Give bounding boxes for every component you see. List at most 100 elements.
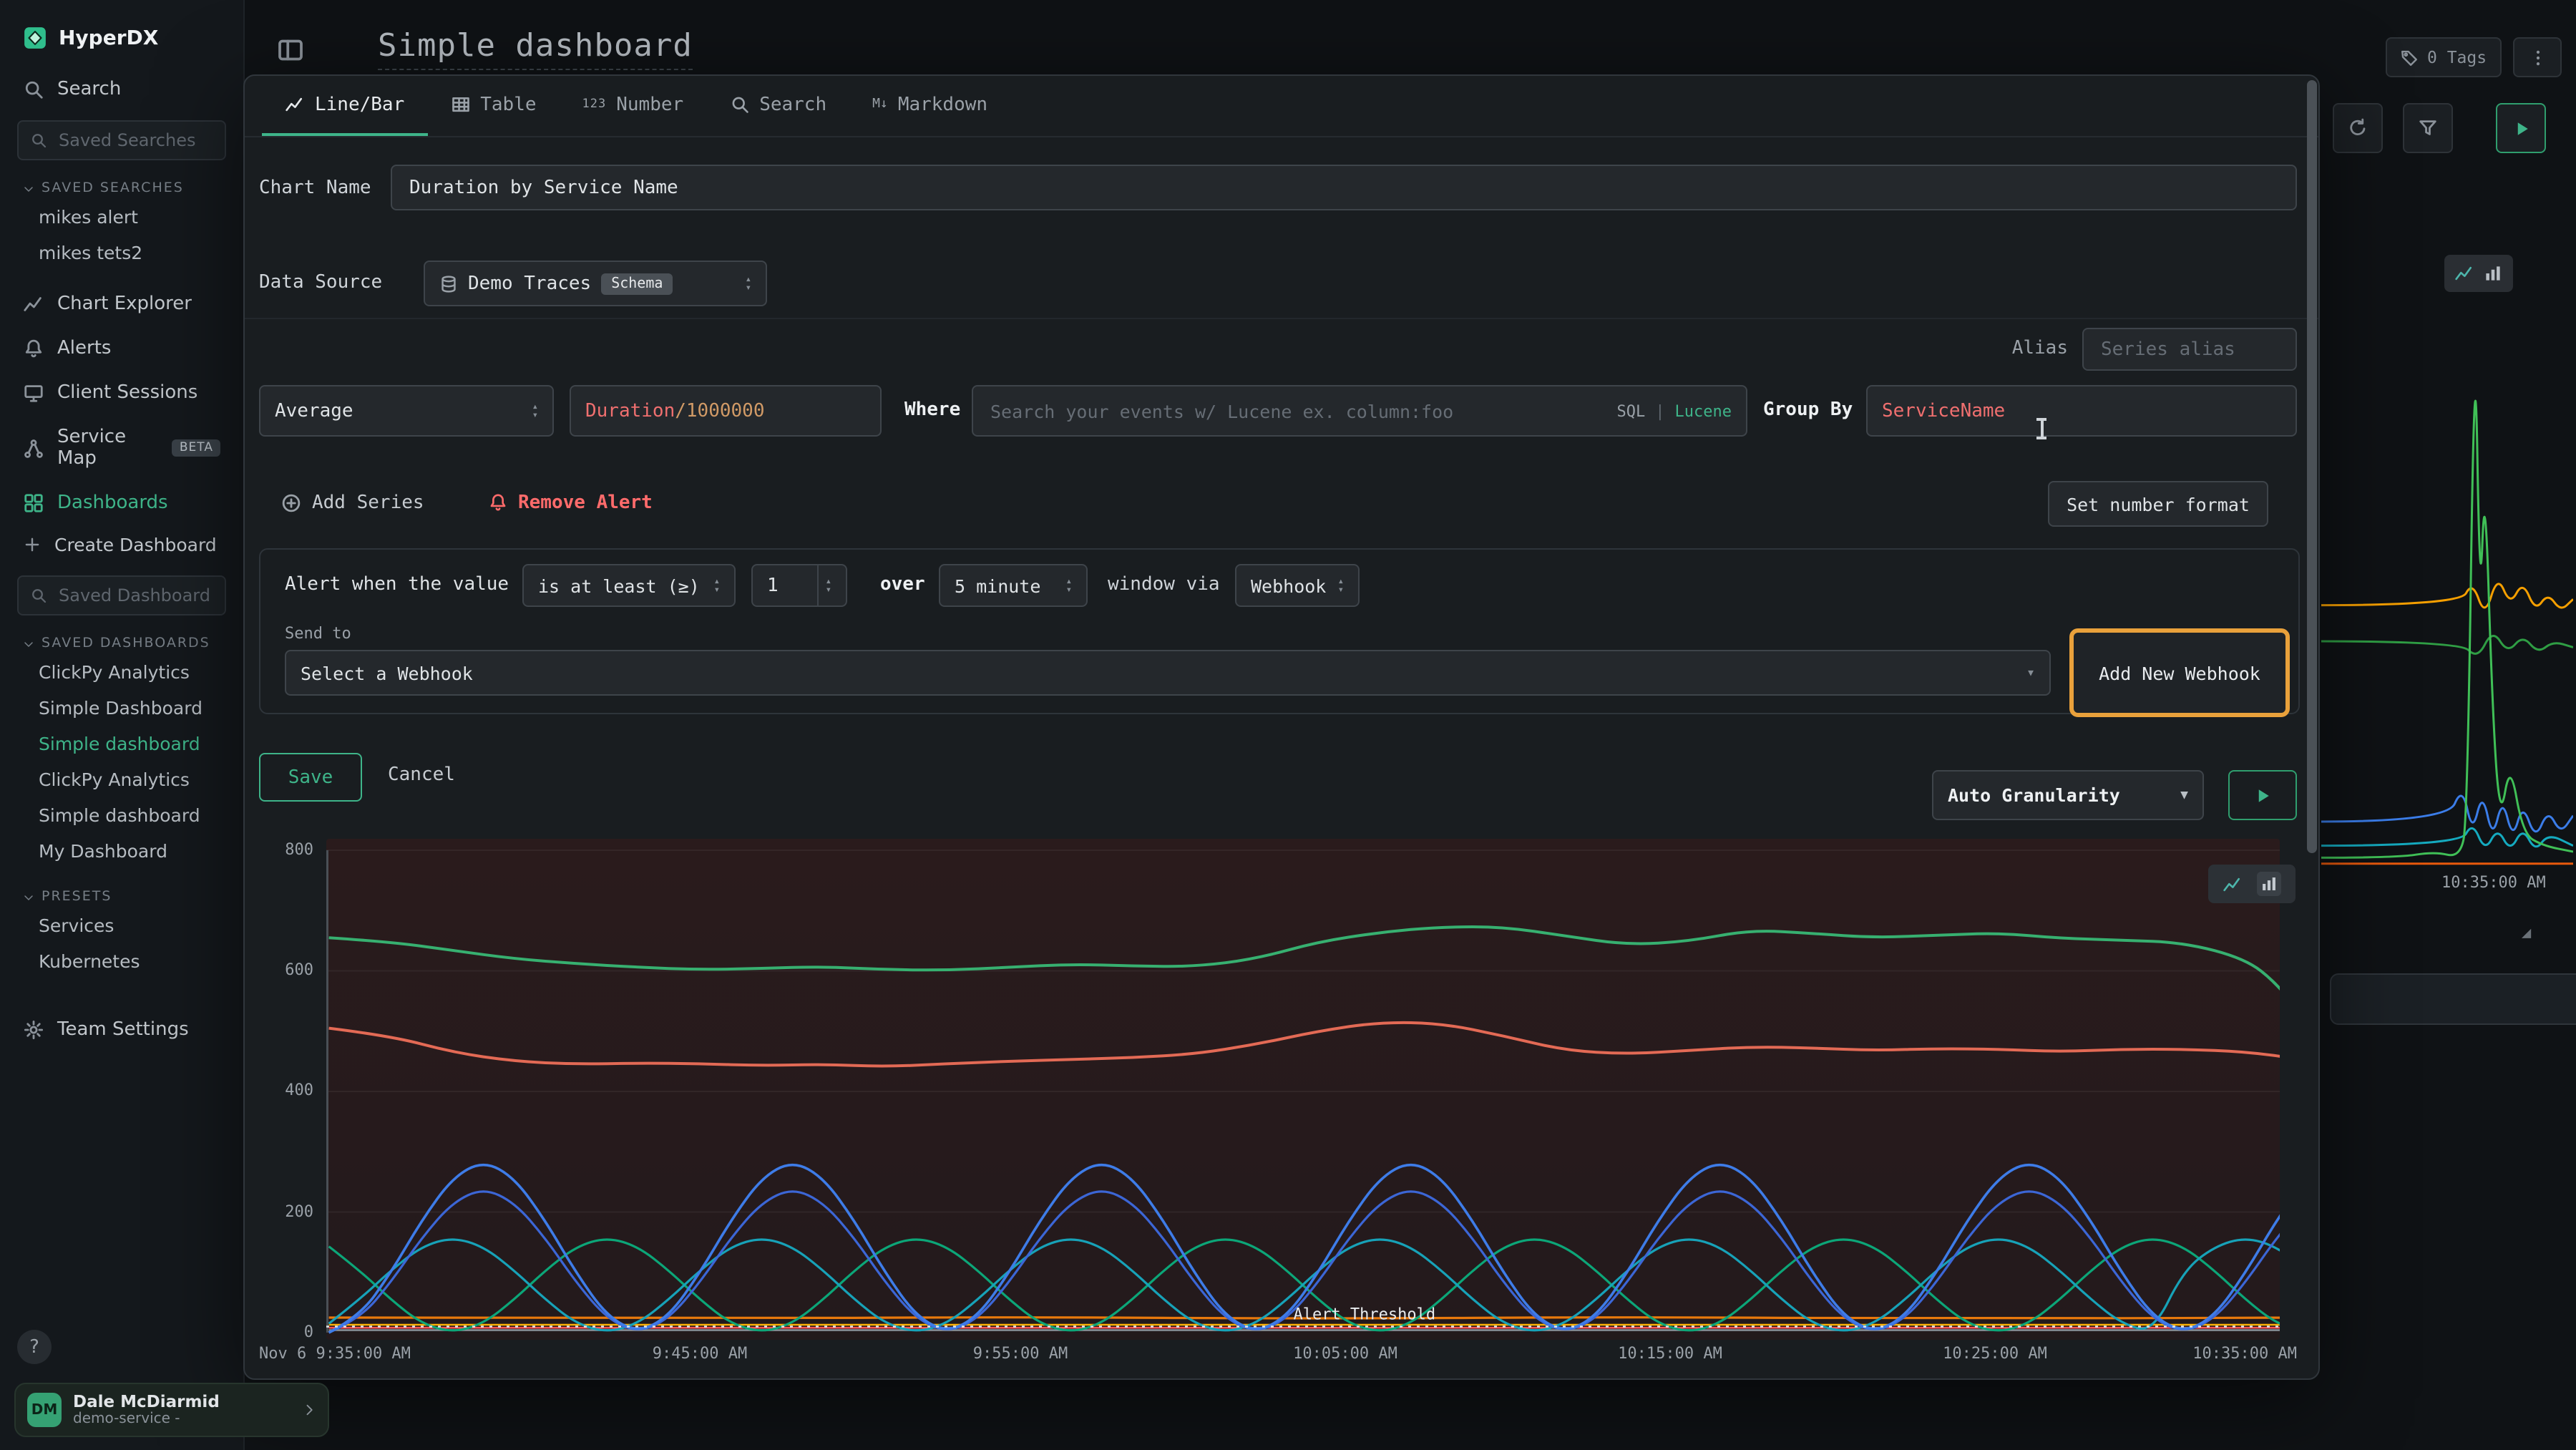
updown-chevrons-icon: ▴▾ bbox=[1066, 577, 1072, 594]
tags-button[interactable]: 0 Tags bbox=[2386, 37, 2501, 77]
tab-markdown[interactable]: M↓ Markdown bbox=[849, 76, 1010, 136]
lucene-toggle[interactable]: Lucene bbox=[1675, 402, 1732, 420]
modal-scrollbar[interactable] bbox=[2307, 80, 2317, 853]
tab-table[interactable]: Table bbox=[427, 76, 559, 136]
saved-searches-input[interactable] bbox=[56, 129, 213, 152]
y-axis-label: 0 bbox=[245, 1323, 313, 1341]
duration-chart[interactable]: Alert Threshold bbox=[326, 839, 2280, 1340]
bar-chart-toggle[interactable] bbox=[2257, 872, 2281, 896]
grid-icon bbox=[23, 492, 44, 514]
alias-field[interactable] bbox=[2082, 328, 2297, 371]
preset-item[interactable]: Kubernetes bbox=[0, 943, 243, 979]
webhook-select[interactable]: Select a Webhook ▾ bbox=[285, 650, 2051, 696]
x-axis-label: 9:55:00 AM bbox=[973, 1344, 1068, 1363]
remove-alert-button[interactable]: Remove Alert bbox=[488, 482, 653, 522]
sidebar-item-team-settings[interactable]: Team Settings bbox=[0, 1008, 243, 1052]
markdown-icon: M↓ bbox=[872, 97, 888, 112]
sidebar-item-search[interactable]: Search bbox=[0, 67, 243, 112]
saved-dashboard-item[interactable]: My Dashboard bbox=[0, 833, 243, 869]
saved-dashboard-item-active[interactable]: Simple dashboard bbox=[0, 726, 243, 762]
chart-type-toggle[interactable] bbox=[2208, 865, 2296, 903]
chart-name-input[interactable] bbox=[406, 175, 2281, 200]
avatar: DM bbox=[27, 1393, 62, 1427]
collapse-sidebar-button[interactable] bbox=[276, 36, 305, 64]
save-button[interactable]: Save bbox=[259, 753, 362, 802]
create-dashboard-button[interactable]: Create Dashboard bbox=[0, 525, 243, 567]
granularity-select[interactable]: Auto Granularity ▼ bbox=[1932, 770, 2204, 820]
presets-header[interactable]: PRESETS bbox=[23, 889, 220, 905]
saved-dashboard-item[interactable]: Simple Dashboard bbox=[0, 690, 243, 726]
run-chart-button[interactable] bbox=[2228, 770, 2297, 820]
alert-threshold-input[interactable]: 1 ▴▾ bbox=[751, 564, 847, 607]
beta-badge: BETA bbox=[172, 439, 220, 457]
alert-condition-select[interactable]: is at least (≥) ▴▾ bbox=[522, 564, 736, 607]
x-axis-label: 10:15:00 AM bbox=[1618, 1344, 1722, 1363]
background-chart-timestamp: 10:35:00 AM bbox=[2441, 873, 2546, 892]
x-axis-label: 9:45:00 AM bbox=[653, 1344, 747, 1363]
saved-dashboards-input[interactable] bbox=[56, 584, 213, 607]
updown-chevrons-icon: ▴▾ bbox=[532, 402, 538, 419]
number-icon: 123 bbox=[582, 97, 607, 112]
search-icon bbox=[729, 94, 749, 115]
filter-button[interactable] bbox=[2403, 103, 2453, 153]
schema-badge: Schema bbox=[601, 273, 673, 294]
chevron-right-icon bbox=[302, 1403, 316, 1417]
sidebar-item-client-sessions[interactable]: Client Sessions bbox=[0, 371, 243, 415]
sidebar-item-chart-explorer[interactable]: Chart Explorer bbox=[0, 282, 243, 326]
svg-text:Alert Threshold: Alert Threshold bbox=[1293, 1306, 1435, 1324]
sql-toggle[interactable]: SQL bbox=[1617, 402, 1646, 420]
data-source-select[interactable]: Demo Traces Schema ▴▾ bbox=[424, 261, 767, 306]
saved-dashboards-header[interactable]: SAVED DASHBOARDS bbox=[23, 636, 220, 651]
saved-searches-searchbox[interactable] bbox=[17, 120, 226, 160]
run-query-button[interactable] bbox=[2496, 103, 2546, 153]
refresh-button[interactable] bbox=[2333, 103, 2383, 153]
tab-number[interactable]: 123 Number bbox=[560, 76, 707, 136]
filter-icon bbox=[2417, 117, 2439, 139]
sidebar-item-service-map[interactable]: Service Map BETA bbox=[0, 415, 243, 481]
hyperdx-app: HyperDX Search SAVED SEARCHES mikes aler… bbox=[0, 0, 2576, 1450]
sidebar-item-dashboards[interactable]: Dashboards bbox=[0, 481, 243, 525]
preset-item[interactable]: Services bbox=[0, 908, 243, 943]
saved-searches-header[interactable]: SAVED SEARCHES bbox=[23, 180, 220, 196]
send-to-label: Send to bbox=[285, 624, 351, 643]
cancel-button[interactable]: Cancel bbox=[388, 764, 455, 786]
user-menu[interactable]: DM Dale McDiarmid demo-service - bbox=[14, 1383, 329, 1437]
stepper-arrows[interactable]: ▴▾ bbox=[817, 565, 831, 605]
resize-handle-icon[interactable]: ◢ bbox=[2522, 923, 2531, 942]
alias-input[interactable] bbox=[2098, 337, 2281, 361]
saved-search-item[interactable]: mikes tets2 bbox=[0, 235, 243, 271]
saved-search-item[interactable]: mikes alert bbox=[0, 199, 243, 235]
user-name: Dale McDiarmid bbox=[73, 1392, 291, 1411]
add-new-webhook-button[interactable]: Add New Webhook bbox=[2069, 628, 2290, 717]
user-subtitle: demo-service - bbox=[73, 1411, 291, 1428]
saved-dashboard-item[interactable]: Simple dashboard bbox=[0, 797, 243, 833]
alert-window-select[interactable]: 5 minute ▴▾ bbox=[939, 564, 1088, 607]
group-by-field[interactable]: ServiceName bbox=[1866, 385, 2297, 437]
event-search-field[interactable]: SQL | Lucene bbox=[972, 385, 1747, 437]
more-options-button[interactable] bbox=[2513, 37, 2562, 77]
y-axis-label: 400 bbox=[245, 1081, 313, 1099]
saved-dashboard-item[interactable]: ClickPy Analytics bbox=[0, 762, 243, 797]
alert-channel-select[interactable]: Webhook ▴▾ bbox=[1235, 564, 1360, 607]
tab-search[interactable]: Search bbox=[706, 76, 849, 136]
updown-chevrons-icon: ▴▾ bbox=[746, 275, 751, 292]
plus-circle-icon bbox=[280, 492, 302, 513]
set-number-format-button[interactable]: Set number format bbox=[2048, 481, 2268, 527]
event-search-input[interactable] bbox=[987, 399, 1607, 423]
saved-dashboard-item[interactable]: ClickPy Analytics bbox=[0, 654, 243, 690]
y-axis-label: 200 bbox=[245, 1202, 313, 1221]
plus-icon bbox=[23, 535, 42, 554]
help-button[interactable]: ? bbox=[17, 1330, 52, 1364]
add-series-button[interactable]: Add Series bbox=[280, 482, 424, 522]
edit-chart-modal: Line/Bar Table 123 Number Search M↓ Mark… bbox=[243, 74, 2320, 1380]
brand[interactable]: HyperDX bbox=[0, 0, 243, 67]
sidebar-item-alerts[interactable]: Alerts bbox=[0, 326, 243, 371]
page-title[interactable]: Simple dashboard bbox=[378, 29, 693, 70]
alert-prefix-label: Alert when the value bbox=[285, 574, 509, 595]
chart-name-field[interactable] bbox=[391, 165, 2297, 210]
where-label: Where bbox=[904, 399, 960, 421]
field-expression[interactable]: Duration/1000000 bbox=[570, 385, 882, 437]
saved-dashboards-searchbox[interactable] bbox=[17, 575, 226, 615]
tab-line-bar[interactable]: Line/Bar bbox=[262, 76, 427, 136]
aggregation-select[interactable]: Average ▴▾ bbox=[259, 385, 554, 437]
